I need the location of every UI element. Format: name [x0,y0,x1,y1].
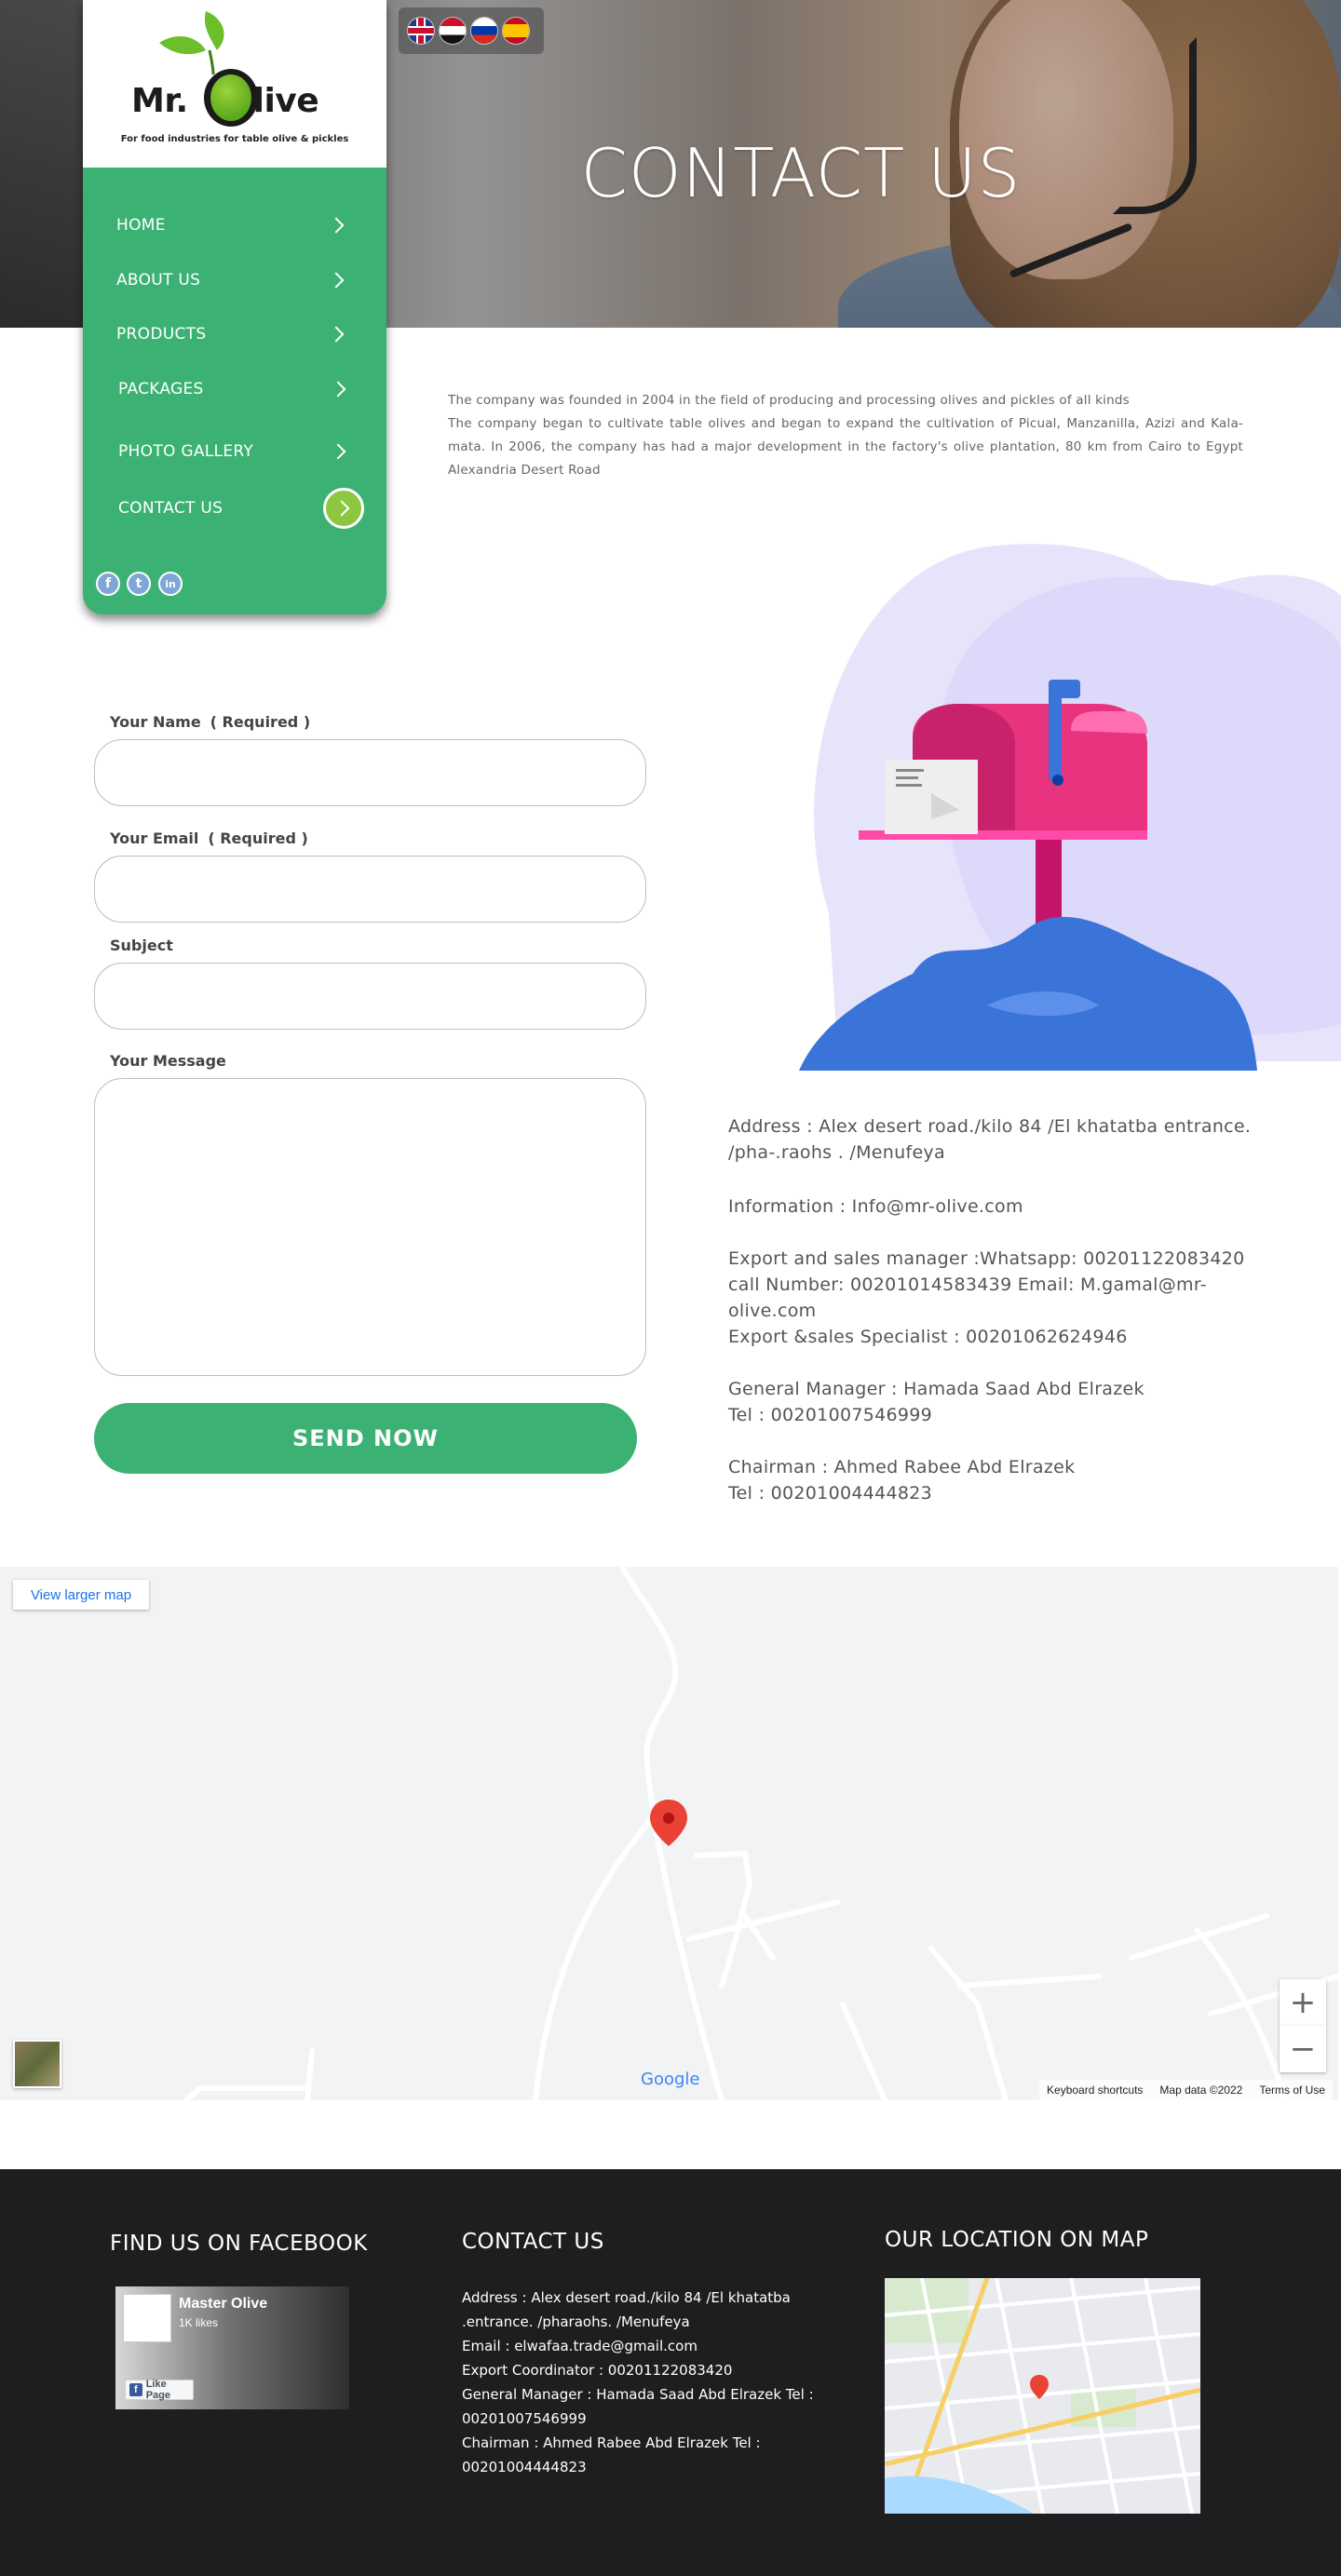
keyboard-shortcuts-link[interactable]: Keyboard shortcuts [1047,2084,1143,2097]
nav-item-photo-gallery[interactable]: PHOTO GALLERY [118,435,357,468]
facebook-page-widget[interactable]: Master Olive 1K likes f Like Page [115,2286,349,2409]
facebook-page-name[interactable]: Master Olive [179,2296,267,2313]
chevron-right-icon [328,272,345,289]
mailbox-illustration [799,544,1341,1071]
nav-item-contact-us[interactable]: CONTACT US [118,488,364,529]
chevron-right-icon [330,443,346,460]
russia-flag-icon[interactable] [471,18,497,44]
spain-flag-icon[interactable] [503,18,529,44]
nav-item-home[interactable]: HOME [116,209,355,242]
footer-chairman: Chairman : Ahmed Rabee Abd Elrazek Tel :… [462,2434,761,2475]
nav-label: ABOUT US [116,271,201,290]
nav-item-packages[interactable]: PACKAGES [118,372,357,406]
olive-leaves-icon [159,11,224,74]
general-manager-info: General Manager : Hamada Saad Abd Elraze… [728,1379,1145,1399]
message-textarea[interactable] [94,1078,646,1376]
brand-name: Mr. live [131,82,319,120]
logo[interactable]: Mr. live For food industries for table ol… [83,0,386,168]
sales-specialist-info: Export &sales Specialist : 0020106262494… [728,1327,1128,1347]
facebook-icon[interactable]: f [96,572,120,596]
footer-address: Address : Alex desert road./kilo 84 /El … [462,2289,791,2330]
satellite-toggle[interactable] [13,2040,61,2088]
chairman-tel: Tel : 00201004444823 [728,1483,933,1504]
company-intro: The company was founded in 2004 in the f… [448,389,1243,482]
message-label: Your Message [110,1052,226,1070]
nav-label: PACKAGES [118,380,204,398]
subject-label: Subject [110,937,173,954]
nav-label: CONTACT US [118,499,224,518]
intro-line-1: The company was founded in 2004 in the f… [448,393,1130,408]
zoom-in-button[interactable]: + [1280,1979,1326,2026]
language-switcher [399,7,544,54]
footer-contact-heading: CONTACT US [462,2230,604,2254]
facebook-page-avatar [123,2294,171,2342]
chevron-right-icon [328,326,345,343]
name-label: Your Name( Required ) [110,713,311,731]
information-email: Information : Info@mr-olive.com [728,1196,1023,1217]
egypt-flag-icon[interactable] [440,18,466,44]
nav-label: PHOTO GALLERY [118,442,254,461]
footer-facebook-heading: FIND US ON FACEBOOK [110,2232,368,2256]
footer-email: Email : elwafaa.trade@gmail.com [462,2338,698,2354]
twitter-icon[interactable]: t [127,572,151,596]
map-roads [183,1567,1338,2100]
brand-tagline: For food industries for table olive & pi… [120,134,349,144]
map-data-label: Map data ©2022 [1159,2084,1243,2097]
like-label: Like Page [145,2379,170,2401]
email-label: Your Email( Required ) [110,829,308,847]
export-call-info: call Number: 00201014583439 Email: M.gam… [728,1275,1207,1321]
send-button[interactable]: SEND NOW [94,1403,637,1474]
name-field[interactable] [94,739,646,806]
view-larger-map-link[interactable]: View larger map [13,1580,149,1610]
facebook-like-button[interactable]: f Like Page [125,2379,194,2401]
intro-line-2: The company began to cultivate table oli… [448,416,1243,478]
google-map[interactable]: View larger map + − Google Keyboard shor… [0,1567,1338,2100]
mini-map-streets [885,2278,1200,2514]
map-footer: Keyboard shortcuts Map data ©2022 Terms … [1039,2080,1333,2100]
footer-general-manager: General Manager : Hamada Saad Abd Elraze… [462,2386,814,2427]
sidebar-nav: Mr. live For food industries for table ol… [83,0,386,614]
chairman-info: Chairman : Ahmed Rabee Abd Elrazek [728,1457,1076,1477]
chevron-right-icon [330,381,346,398]
facebook-icon: f [129,2383,142,2396]
active-indicator [323,488,364,529]
nav-label: PRODUCTS [116,325,207,344]
footer-contact-details: Address : Alex desert road./kilo 84 /El … [462,2286,834,2479]
footer-map-heading: OUR LOCATION ON MAP [885,2228,1149,2252]
google-logo: Google [641,2070,700,2089]
chevron-right-icon [333,500,350,517]
uk-flag-icon[interactable] [408,18,434,44]
page-title: CONTACT US [580,134,1022,212]
location-mini-map[interactable] [885,2278,1200,2514]
nav-label: HOME [116,216,166,235]
email-field[interactable] [94,856,646,923]
footer-export-coordinator: Export Coordinator : 00201122083420 [462,2362,733,2379]
nav-item-about-us[interactable]: ABOUT US [116,263,355,297]
subject-field[interactable] [94,963,646,1030]
linkedin-icon[interactable]: in [158,572,183,596]
zoom-out-button[interactable]: − [1280,2026,1326,2072]
terms-link[interactable]: Terms of Use [1259,2084,1325,2097]
general-manager-tel: Tel : 00201007546999 [728,1405,933,1425]
address-info: Address : Alex desert road./kilo 84 /El … [728,1116,1252,1163]
chevron-right-icon [328,217,345,234]
facebook-likes-count: 1K likes [179,2316,219,2329]
nav-item-products[interactable]: PRODUCTS [116,317,355,351]
export-manager-info: Export and sales manager :Whatsapp: 0020… [728,1248,1245,1269]
